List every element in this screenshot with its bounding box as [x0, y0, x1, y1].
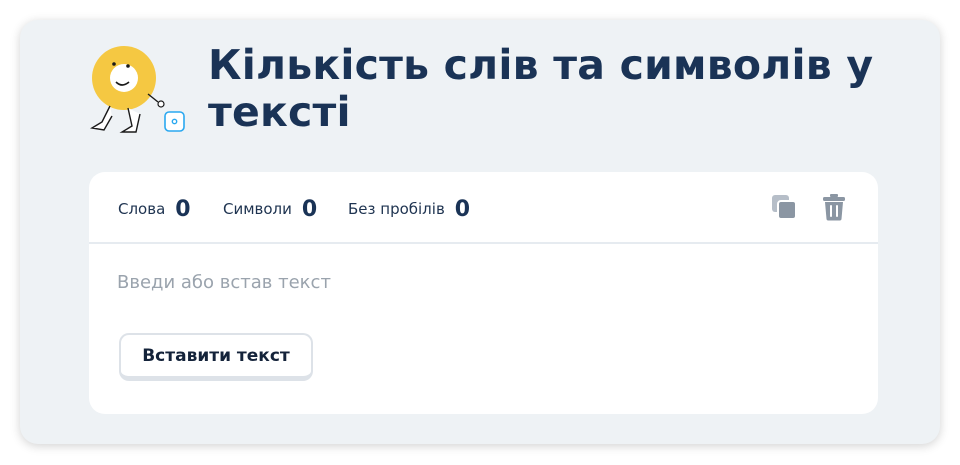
- trash-icon[interactable]: [819, 192, 849, 222]
- text-input[interactable]: [117, 272, 847, 302]
- stat-chars-value: 0: [301, 196, 318, 222]
- stats-bar: Слова 0 Символи 0 Без пробілів 0: [89, 172, 878, 244]
- page-title: Кількість слів та символів у тексті: [208, 41, 874, 136]
- stat-words: Слова 0: [118, 194, 191, 224]
- stat-no-spaces: Без пробілів 0: [348, 194, 470, 224]
- text-counter-card: Слова 0 Символи 0 Без пробілів 0 Вставит…: [89, 172, 878, 414]
- stat-words-value: 0: [175, 196, 191, 222]
- copy-icon[interactable]: [769, 192, 799, 222]
- mascot-icon: [90, 46, 185, 133]
- paste-text-button[interactable]: Вставити текст: [119, 333, 313, 381]
- stat-chars: Символи 0: [223, 194, 317, 224]
- stat-words-label: Слова: [118, 200, 166, 218]
- stat-no-spaces-label: Без пробілів: [348, 200, 445, 218]
- stat-chars-label: Символи: [223, 200, 292, 218]
- stat-no-spaces-value: 0: [454, 196, 471, 222]
